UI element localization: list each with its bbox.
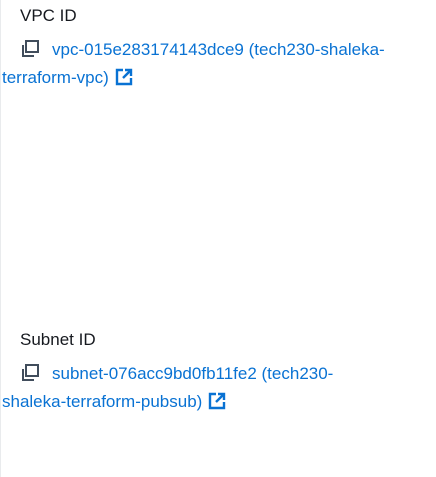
copy-icon[interactable] <box>20 364 40 382</box>
details-panel: VPC ID vpc-015e283174143dce9 (tech230-sh… <box>0 0 436 477</box>
subnet-id-link[interactable]: subnet-076acc9bd0fb11fe2 (tech230-shalek… <box>2 364 333 411</box>
vpc-id-field: VPC ID vpc-015e283174143dce9 (tech230-sh… <box>2 5 420 92</box>
vpc-id-link[interactable]: vpc-015e283174143dce9 (tech230-shaleka-t… <box>2 40 385 87</box>
subnet-id-value: subnet-076acc9bd0fb11fe2 (tech230-shalek… <box>2 360 397 416</box>
copy-icon[interactable] <box>20 40 40 58</box>
subnet-id-field: Subnet ID subnet-076acc9bd0fb11fe2 (tech… <box>2 329 420 416</box>
external-link-icon[interactable] <box>115 68 133 86</box>
external-link-icon[interactable] <box>208 392 226 410</box>
column-divider <box>0 0 1 477</box>
subnet-id-label: Subnet ID <box>20 330 96 349</box>
vpc-id-label: VPC ID <box>20 6 77 25</box>
vpc-id-value: vpc-015e283174143dce9 (tech230-shaleka-t… <box>2 36 397 92</box>
